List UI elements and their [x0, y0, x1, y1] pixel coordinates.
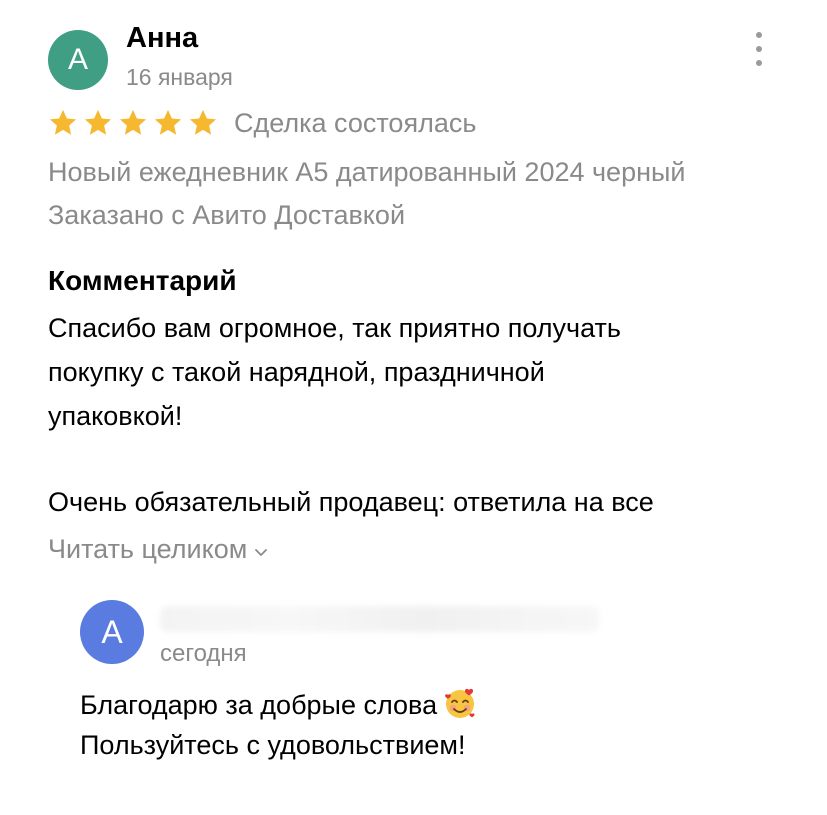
author-avatar-letter: А — [67, 43, 88, 76]
comment-line: Спасибо вам огромное, так приятно получа… — [48, 313, 621, 343]
more-options-icon[interactable] — [752, 32, 766, 66]
chevron-down-icon — [255, 548, 268, 556]
star-icon — [49, 109, 77, 135]
delivery-note: Заказано с Авито Доставкой — [48, 200, 406, 230]
star-icon — [84, 109, 112, 135]
more-dot — [756, 46, 762, 52]
seller-name-redacted — [160, 606, 600, 632]
more-dot — [756, 60, 762, 66]
star-icon — [189, 109, 217, 135]
author-avatar[interactable]: А — [48, 30, 108, 90]
review-date: 16 января — [126, 64, 233, 90]
reply-line: Пользуйтесь с удовольствием! — [80, 730, 466, 760]
more-dot — [756, 32, 762, 38]
read-more-label: Читать целиком — [48, 534, 248, 564]
product-title[interactable]: Новый ежедневник А5 датированный 2024 че… — [48, 157, 686, 188]
reply-line-text: Благодарю за добрые слова — [80, 690, 438, 720]
star-icon — [154, 109, 182, 135]
deal-status: Сделка состоялась — [234, 108, 477, 138]
seller-avatar[interactable]: А — [80, 600, 144, 664]
comment-line: Очень обязательный продавец: ответила на… — [48, 487, 654, 517]
read-more-link[interactable]: Читать целиком — [48, 534, 269, 565]
author-name[interactable]: Анна — [126, 22, 198, 55]
comment-heading: Комментарий — [48, 265, 237, 296]
rating-stars — [47, 107, 219, 139]
reply-line: Благодарю за добрые слова — [80, 686, 477, 721]
comment-line: покупку с такой нарядной, праздничной — [48, 357, 545, 387]
comment-line: упаковкой! — [48, 401, 183, 431]
reply-date: сегодня — [160, 640, 247, 667]
seller-avatar-letter: А — [101, 613, 123, 650]
star-icon — [119, 109, 147, 135]
smiling-face-with-hearts-icon — [445, 688, 475, 718]
